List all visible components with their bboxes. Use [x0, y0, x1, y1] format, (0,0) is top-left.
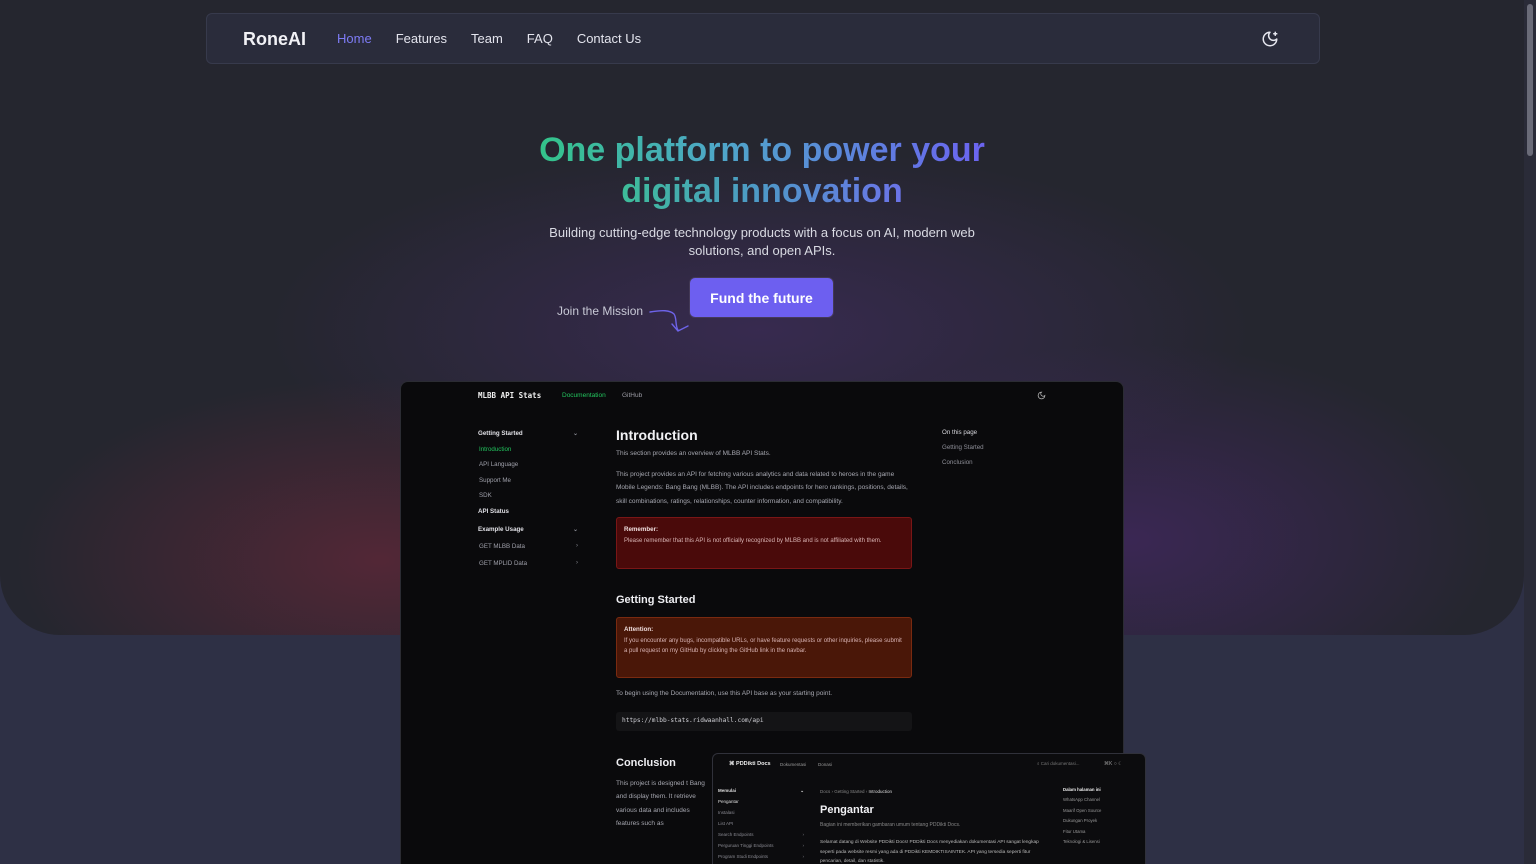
preview-toc: On this page Getting Started Conclusion — [942, 429, 1052, 474]
brand-logo[interactable]: RoneAI — [243, 29, 306, 50]
callout-title: Attention: — [624, 626, 654, 633]
preview-sidebar-item: Support Me — [479, 476, 511, 484]
api-url-code: https://mlbb-stats.ridwaanhall.com/api — [616, 711, 912, 731]
preview2-sidebar-item: Program Studi Endpoints › — [718, 854, 804, 859]
hero-title-line1: One platform to power your — [539, 131, 985, 169]
nav-link-contact[interactable]: Contact Us — [577, 31, 641, 46]
preview-sidebar-item: API Status — [478, 507, 509, 515]
attention-callout: Attention: If you encounter any bugs, in… — [616, 617, 912, 678]
preview2-title: Pengantar — [820, 804, 874, 816]
preview-lead: This section provides an overview of MLB… — [616, 450, 771, 457]
preview2-sidebar-item: Perguruan Tinggi Endpoints › — [718, 843, 804, 848]
preview-sidebar-item: GET MLBB Data › — [479, 542, 578, 550]
preview2-toc: Dalam halaman ini WhatsApp Channel Maari… — [1063, 787, 1143, 849]
preview-sidebar-item: GET MPLID Data › — [479, 559, 578, 567]
preview2-search: ⌕ Cari dokumentasi... — [1037, 761, 1080, 766]
toc-item: WhatsApp Channel — [1063, 797, 1101, 803]
preview-getting-started-heading: Getting Started — [616, 594, 696, 606]
toc-item: Maarif Open Source — [1063, 807, 1102, 813]
remember-callout: Remember: Please remember that this API … — [616, 517, 912, 569]
preview-sidebar-group: Example Usage ⌄ — [478, 525, 578, 533]
preview2-tab-donasi: Donasi — [818, 762, 833, 767]
callout-title: Remember: — [624, 526, 659, 533]
hero-title: One platform to power your digital innov… — [470, 130, 1054, 212]
toc-title: Dalam halaman ini — [1063, 787, 1101, 792]
toc-title: On this page — [942, 429, 978, 436]
preview2-breadcrumb: Docs › Getting Started › Introduction — [820, 789, 893, 794]
navbar: RoneAI Home Features Team FAQ Contact Us — [206, 13, 1320, 64]
preview2-body: Selamat datang di Website PDDikti Docs! … — [820, 840, 1039, 864]
preview2-brand: ⌘ PDDikti Docs — [729, 761, 771, 767]
preview2-icons: ⌘K ○ ☾ — [1104, 761, 1123, 767]
toc-item: Getting Started — [942, 444, 984, 451]
preview2-sidebar-item: Search Endpoints › — [718, 832, 804, 837]
callout-body: If you encounter any bugs, incompatible … — [624, 638, 902, 654]
join-mission-label: Join the Mission — [557, 304, 644, 318]
preview2-sidebar-group: Memulai ⌄ — [718, 788, 804, 793]
preview-sidebar-item: API Language — [479, 461, 519, 468]
preview-tab-documentation: Documentation — [562, 392, 606, 399]
preview-body: This project provides an API for fetchin… — [616, 470, 908, 505]
preview2-sidebar: Memulai ⌄ Pengantar Instalasi List API Se… — [718, 788, 804, 864]
preview-sidebar: Getting Started ⌄ Introduction API Langua… — [478, 430, 578, 575]
preview2-sidebar-item: Pengantar — [718, 799, 739, 804]
nav-link-team[interactable]: Team — [471, 31, 503, 46]
moon-icon[interactable] — [1261, 30, 1279, 48]
pddikti-preview-screenshot: ⌘ PDDikti Docs Dokumentasi Donasi ⌕ Cari… — [712, 753, 1146, 864]
hero-subtitle: Building cutting-edge technology product… — [549, 225, 975, 258]
toc-item: Dukungan Proyek — [1063, 818, 1098, 824]
callout-body: Please remember that this API is not off… — [624, 538, 882, 544]
preview-sidebar-item: Introduction — [479, 445, 512, 453]
preview-conclusion-body: This project is designed t Bang and disp… — [616, 779, 705, 828]
preview-tab-github: GitHub — [622, 392, 643, 399]
preview-begin-text: To begin using the Documentation, use th… — [616, 690, 833, 697]
scrollbar[interactable] — [1524, 0, 1536, 864]
preview2-tab-doc: Dokumentasi — [780, 762, 807, 767]
nav-link-home[interactable]: Home — [337, 31, 372, 46]
hero-title-line2: digital innovation — [621, 172, 903, 210]
preview-moon-icon — [1037, 391, 1046, 400]
scrollbar-thumb[interactable] — [1527, 4, 1533, 156]
curved-arrow-icon — [649, 309, 689, 332]
preview2-lead: Bagian ini memberikan gambaran umum tent… — [820, 822, 961, 828]
preview-sidebar-item: SDK — [479, 492, 492, 499]
toc-item: Fitur Utama — [1063, 828, 1086, 834]
nav-link-faq[interactable]: FAQ — [527, 31, 553, 46]
nav-link-features[interactable]: Features — [396, 31, 447, 46]
toc-item: Teknologi & Lisensi — [1063, 838, 1100, 844]
preview2-sidebar-item: List API — [718, 821, 734, 826]
nav-links: Home Features Team FAQ Contact Us — [337, 31, 665, 46]
toc-item: Conclusion — [942, 459, 973, 466]
preview-sidebar-group: Getting Started ⌄ — [478, 430, 578, 437]
preview-brand: MLBB API Stats — [478, 391, 542, 400]
preview-title: Introduction — [616, 427, 698, 443]
preview2-sidebar-item: Instalasi — [718, 810, 735, 815]
fund-future-button[interactable]: Fund the future — [690, 278, 833, 317]
